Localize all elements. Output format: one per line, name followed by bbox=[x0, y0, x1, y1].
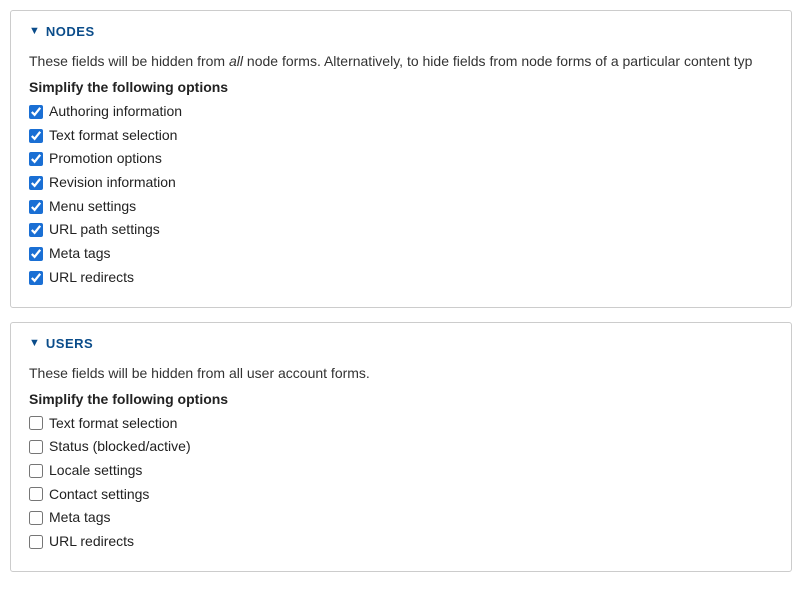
checkbox-status-blocked-active[interactable] bbox=[29, 440, 43, 454]
checkbox-text-format-selection[interactable] bbox=[29, 129, 43, 143]
option-label[interactable]: URL redirects bbox=[49, 531, 134, 553]
checkbox-menu-settings[interactable] bbox=[29, 200, 43, 214]
option-row: Status (blocked/active) bbox=[29, 436, 773, 458]
users-subhead: Simplify the following options bbox=[29, 391, 773, 407]
option-label[interactable]: Locale settings bbox=[49, 460, 142, 482]
option-row: URL path settings bbox=[29, 219, 773, 241]
nodes-desc-post: node forms. Alternatively, to hide field… bbox=[243, 53, 752, 69]
option-row: Revision information bbox=[29, 172, 773, 194]
option-row: Menu settings bbox=[29, 196, 773, 218]
option-label[interactable]: Promotion options bbox=[49, 148, 162, 170]
checkbox-text-format-selection[interactable] bbox=[29, 416, 43, 430]
fieldset-nodes-legend: ▼ NODES bbox=[29, 24, 95, 39]
disclosure-triangle-icon: ▼ bbox=[29, 338, 40, 349]
fieldset-nodes-body: These fields will be hidden from all nod… bbox=[11, 53, 791, 307]
nodes-options-list: Authoring informationText format selecti… bbox=[29, 101, 773, 289]
nodes-subhead: Simplify the following options bbox=[29, 79, 773, 95]
nodes-description: These fields will be hidden from all nod… bbox=[29, 53, 773, 69]
checkbox-url-redirects[interactable] bbox=[29, 271, 43, 285]
option-label[interactable]: Authoring information bbox=[49, 101, 182, 123]
fieldset-users-legend: ▼ USERS bbox=[29, 336, 93, 351]
option-row: URL redirects bbox=[29, 267, 773, 289]
option-row: Authoring information bbox=[29, 101, 773, 123]
option-label[interactable]: URL redirects bbox=[49, 267, 134, 289]
checkbox-authoring-information[interactable] bbox=[29, 105, 43, 119]
option-row: URL redirects bbox=[29, 531, 773, 553]
checkbox-meta-tags[interactable] bbox=[29, 511, 43, 525]
option-row: Text format selection bbox=[29, 125, 773, 147]
option-row: Promotion options bbox=[29, 148, 773, 170]
checkbox-url-path-settings[interactable] bbox=[29, 223, 43, 237]
option-label[interactable]: Revision information bbox=[49, 172, 176, 194]
option-row: Locale settings bbox=[29, 460, 773, 482]
checkbox-meta-tags[interactable] bbox=[29, 247, 43, 261]
checkbox-locale-settings[interactable] bbox=[29, 464, 43, 478]
option-label[interactable]: Menu settings bbox=[49, 196, 136, 218]
option-label[interactable]: Meta tags bbox=[49, 243, 110, 265]
nodes-desc-emphasis: all bbox=[229, 53, 243, 69]
option-label[interactable]: Meta tags bbox=[49, 507, 110, 529]
option-label[interactable]: Contact settings bbox=[49, 484, 149, 506]
option-label[interactable]: Status (blocked/active) bbox=[49, 436, 191, 458]
option-row: Meta tags bbox=[29, 243, 773, 265]
users-options-list: Text format selectionStatus (blocked/act… bbox=[29, 413, 773, 553]
checkbox-revision-information[interactable] bbox=[29, 176, 43, 190]
option-label[interactable]: URL path settings bbox=[49, 219, 160, 241]
checkbox-promotion-options[interactable] bbox=[29, 152, 43, 166]
checkbox-contact-settings[interactable] bbox=[29, 487, 43, 501]
option-label[interactable]: Text format selection bbox=[49, 125, 177, 147]
option-row: Contact settings bbox=[29, 484, 773, 506]
fieldset-users-header[interactable]: ▼ USERS bbox=[11, 323, 791, 357]
fieldset-nodes: ▼ NODES These fields will be hidden from… bbox=[10, 10, 792, 308]
users-description: These fields will be hidden from all use… bbox=[29, 365, 773, 381]
fieldset-nodes-header[interactable]: ▼ NODES bbox=[11, 11, 791, 45]
nodes-desc-pre: These fields will be hidden from bbox=[29, 53, 229, 69]
option-row: Text format selection bbox=[29, 413, 773, 435]
disclosure-triangle-icon: ▼ bbox=[29, 26, 40, 37]
option-label[interactable]: Text format selection bbox=[49, 413, 177, 435]
fieldset-users-title: USERS bbox=[46, 336, 93, 351]
fieldset-users-body: These fields will be hidden from all use… bbox=[11, 365, 791, 571]
checkbox-url-redirects[interactable] bbox=[29, 535, 43, 549]
fieldset-nodes-title: NODES bbox=[46, 24, 95, 39]
fieldset-users: ▼ USERS These fields will be hidden from… bbox=[10, 322, 792, 572]
option-row: Meta tags bbox=[29, 507, 773, 529]
